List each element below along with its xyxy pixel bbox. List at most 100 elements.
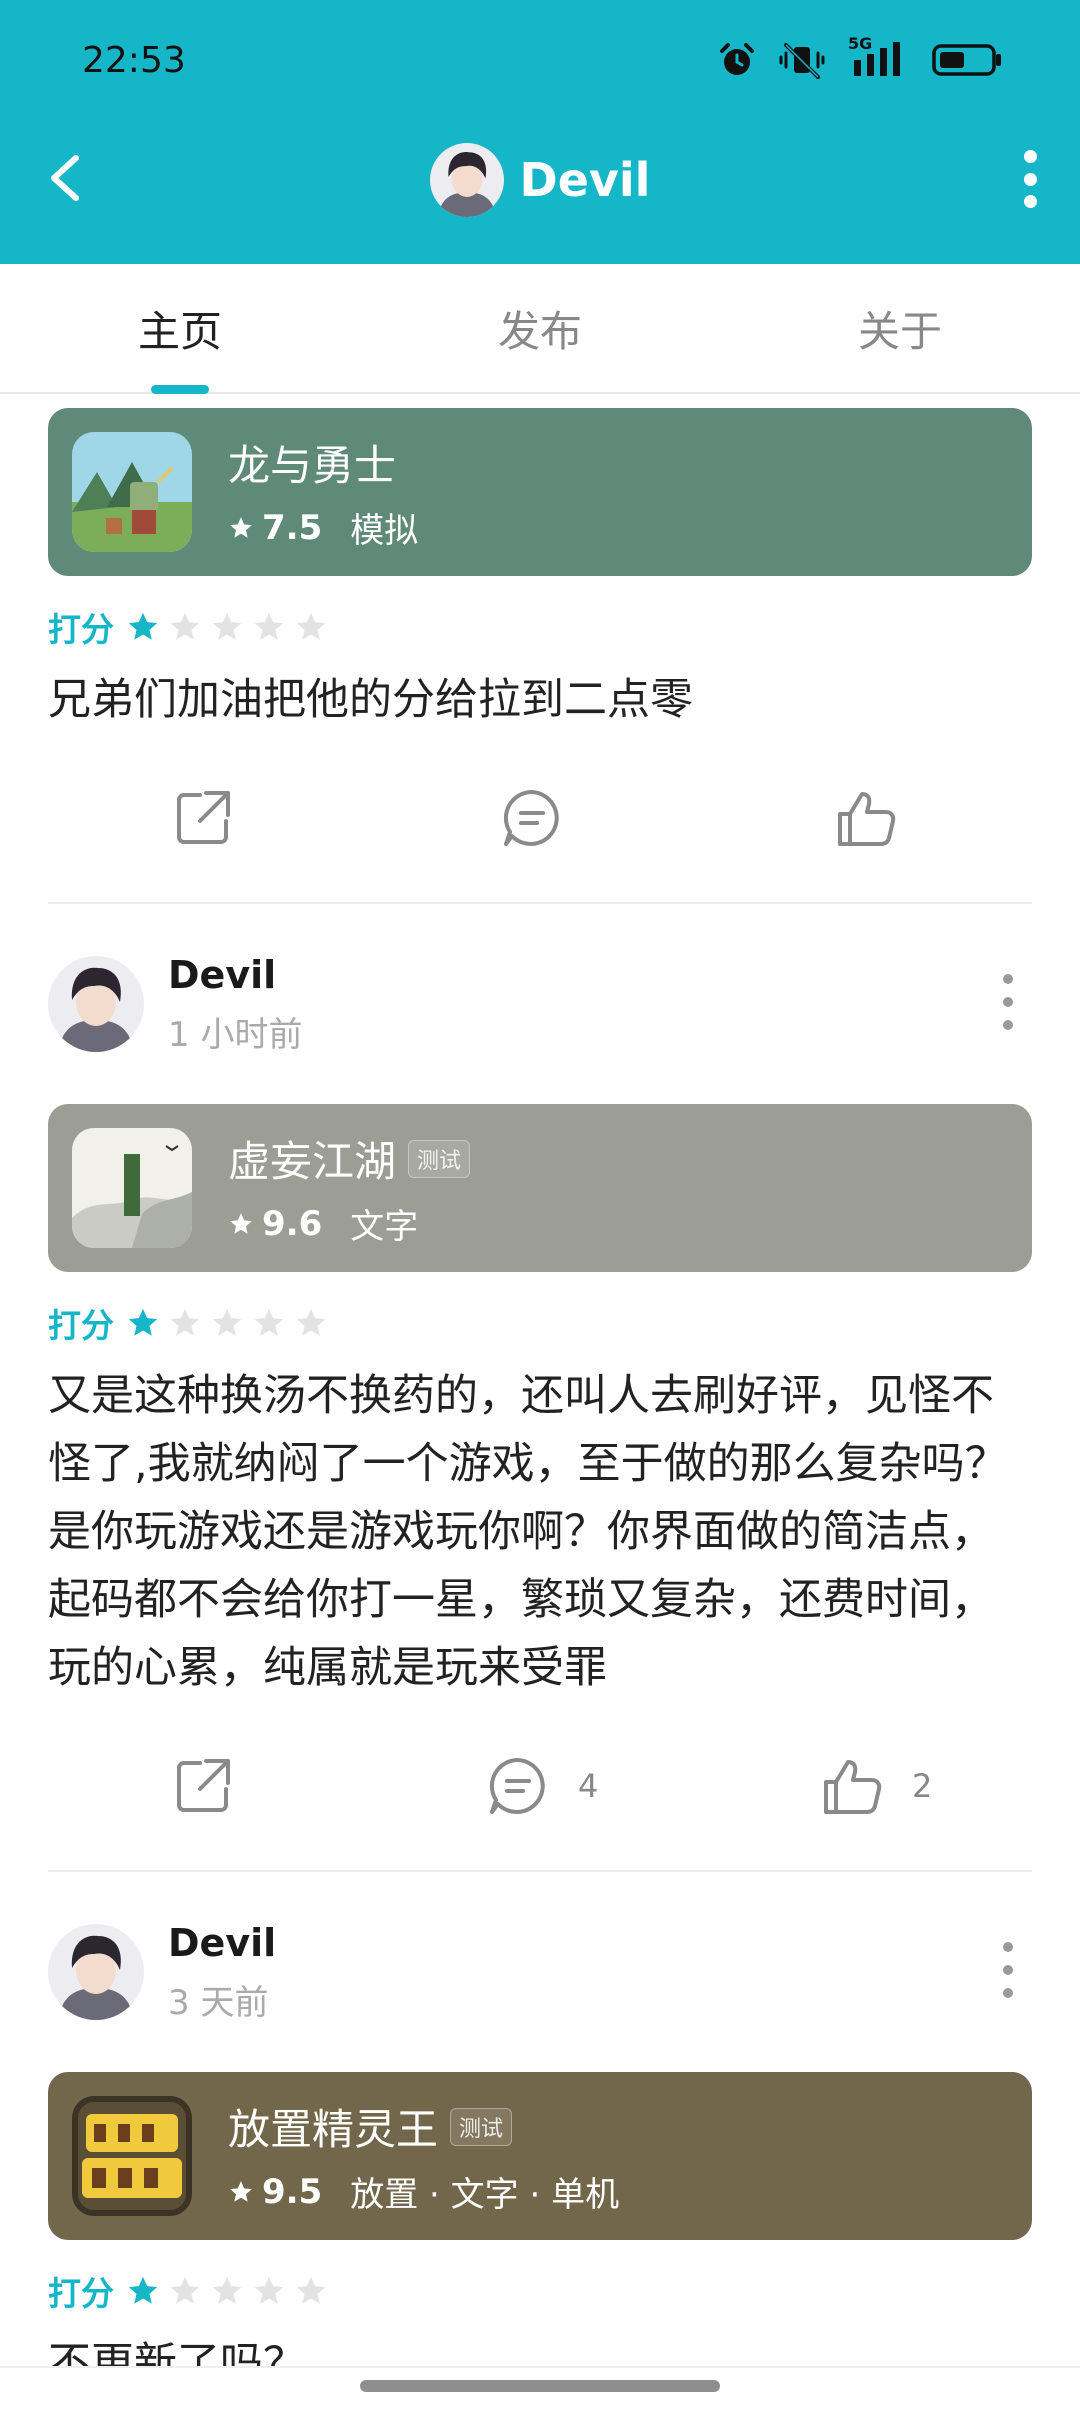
game-title: 虚妄江湖 测试 [228, 1128, 471, 1189]
more-dot [1023, 195, 1037, 208]
rating-label: 打分 [48, 610, 114, 649]
star-filled-icon [128, 1308, 158, 1336]
comment-button[interactable] [500, 786, 564, 850]
thumbs-up-icon [838, 792, 896, 846]
rating-row: 打分 [0, 2266, 1080, 2316]
more-options-button[interactable] [1018, 150, 1042, 208]
beta-badge: 测试 [450, 2107, 513, 2146]
tab-about[interactable]: 关于 [720, 264, 1080, 392]
star-empty-icon [170, 2276, 200, 2304]
game-icon [72, 432, 192, 552]
game-score: 7.5 [262, 507, 323, 548]
author-name: Devil [168, 1920, 277, 1965]
author-name: Devil [168, 952, 277, 997]
game-icon [72, 1128, 192, 1248]
avatar[interactable] [48, 1924, 144, 2020]
status-time: 22:53 [82, 40, 186, 81]
star-empty-icon [254, 2276, 284, 2304]
star-icon [230, 2180, 252, 2202]
battery-icon [932, 44, 1001, 76]
star-filled-icon [128, 612, 158, 640]
star-empty-icon [296, 2276, 326, 2304]
game-card[interactable]: 龙与勇士 7.5 模拟 [48, 408, 1032, 576]
header-title: Devil [519, 153, 651, 207]
star-icon [230, 516, 252, 538]
star-empty-icon [254, 612, 284, 640]
tab-posts[interactable]: 发布 [360, 264, 720, 392]
menu-dot [1003, 974, 1013, 984]
post-author[interactable]: Devil 3 天前 [0, 1872, 1080, 2072]
menu-dot [1003, 1020, 1013, 1030]
rating-row: 打分 [0, 1298, 1080, 1348]
post-menu-button[interactable] [1002, 974, 1014, 1030]
post-time: 1 小时前 [168, 1014, 303, 1055]
status-icons: 5G [718, 34, 1002, 82]
tab-label: 关于 [857, 306, 942, 356]
avatar[interactable] [48, 956, 144, 1052]
home-indicator[interactable] [360, 2380, 720, 2392]
game-meta: 9.6 文字 [228, 1199, 470, 1248]
like-count: 2 [912, 1767, 933, 1805]
star-empty-icon [254, 1308, 284, 1336]
more-dot [1023, 172, 1037, 186]
comment-count: 4 [578, 1767, 599, 1805]
game-tags: 模拟 [350, 511, 419, 551]
share-button[interactable] [172, 787, 234, 849]
game-card[interactable]: 虚妄江湖 测试 9.6 文字 [48, 1104, 1032, 1272]
game-tags: 文字 [350, 1207, 419, 1247]
post-actions [0, 734, 1080, 902]
star-empty-icon [296, 612, 326, 640]
star-empty-icon [212, 612, 242, 640]
game-tags: 放置 · 文字 · 单机 [350, 2175, 620, 2215]
star-empty-icon [296, 1308, 326, 1336]
game-meta: 7.5 模拟 [228, 503, 418, 552]
header-title-area: Devil [0, 142, 1080, 218]
menu-dot [1003, 1965, 1013, 1975]
game-icon [72, 2096, 192, 2216]
game-meta: 9.5 放置 · 文字 · 单机 [228, 2167, 619, 2216]
review-text: 兄弟们加油把他的分给拉到二点零 [48, 675, 693, 725]
share-icon [177, 1759, 230, 1812]
cellular-signal-icon: 5G [848, 34, 910, 80]
review-post: 龙与勇士 7.5 模拟 打分 兄弟们加油把他的分给拉到二点零 [0, 396, 1080, 904]
tab-label: 发布 [497, 306, 582, 356]
star-rating [126, 2274, 328, 2308]
like-button[interactable]: 2 [820, 1754, 932, 1818]
game-score: 9.5 [262, 2171, 323, 2212]
menu-dot [1003, 997, 1013, 1007]
alarm-icon [720, 43, 754, 75]
star-empty-icon [212, 1308, 242, 1336]
game-title: 放置精灵王 测试 [228, 2096, 619, 2157]
star-icon [230, 1212, 252, 1234]
thumbs-up-icon [824, 1760, 882, 1814]
post-menu-button[interactable] [1002, 1942, 1014, 1998]
post-actions: 4 2 [0, 1702, 1080, 1870]
game-title: 龙与勇士 [228, 441, 397, 490]
beta-badge: 测试 [408, 1139, 471, 1178]
review-text: 不更新了吗？ [48, 2339, 306, 2372]
tab-label: 主页 [137, 306, 222, 356]
avatar[interactable] [429, 143, 504, 217]
star-empty-icon [212, 2276, 242, 2304]
rating-label: 打分 [48, 1306, 114, 1345]
like-button[interactable] [834, 786, 898, 850]
post-author[interactable]: Devil 1 小时前 [0, 904, 1080, 1104]
top-bar: 22:53 5G Devil [0, 0, 1080, 264]
vibrate-mute-icon [779, 43, 825, 79]
comment-button[interactable]: 4 [486, 1754, 598, 1818]
review-text: 又是这种换汤不换药的，还叫人去刷好评，见怪不怪了,我就纳闷了一个游戏，至于做的那… [48, 1371, 1008, 1693]
share-icon [177, 791, 230, 844]
rating-row: 打分 [0, 602, 1080, 652]
star-filled-icon [128, 2276, 158, 2304]
menu-dot [1003, 1942, 1013, 1952]
active-tab-indicator [151, 385, 209, 394]
post-time: 3 天前 [168, 1982, 269, 2023]
game-card[interactable]: 放置精灵王 测试 9.5 放置 · 文字 · 单机 [48, 2072, 1032, 2240]
share-button[interactable] [172, 1755, 234, 1817]
tab-home[interactable]: 主页 [0, 264, 360, 394]
more-dot [1023, 150, 1037, 163]
comment-icon [489, 1757, 545, 1814]
game-score: 9.6 [262, 1203, 323, 1244]
feed: 龙与勇士 7.5 模拟 打分 兄弟们加油把他的分给拉到二点零 Devil 1 小… [0, 396, 1080, 2372]
review-post: Devil 3 天前 放置精灵王 测试 9.5 放置 · 文字 · 单机 打分 … [0, 1872, 1080, 2372]
